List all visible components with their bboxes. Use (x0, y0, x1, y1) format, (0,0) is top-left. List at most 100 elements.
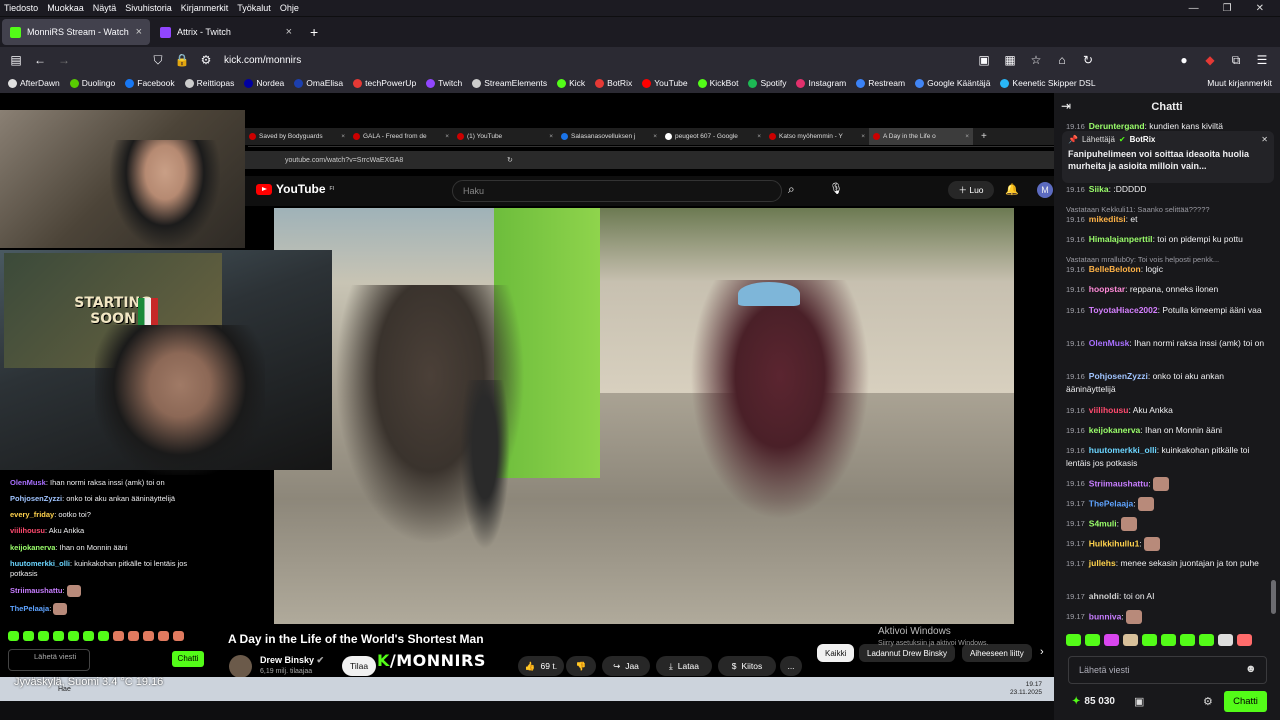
chat-username[interactable]: viilihousu (1089, 405, 1129, 415)
menu-item[interactable]: Sivuhistoria (125, 3, 172, 13)
bookmark-item[interactable]: Facebook (125, 78, 175, 88)
bookmark-item[interactable]: Reittiopas (184, 78, 234, 88)
chat-username[interactable]: Deruntergand (1089, 121, 1145, 131)
chat-username[interactable]: Himalajanperttil (1089, 234, 1153, 244)
chat-message[interactable]: 19.16 OlenMusk: Ihan normi raksa inssi (a… (1066, 337, 1266, 350)
chat-message[interactable]: 19.17 Hulkkihullu1: (1066, 537, 1266, 551)
other-bookmarks[interactable]: Muut kirjanmerkit (1207, 78, 1272, 88)
new-tab-icon[interactable]: + (310, 24, 318, 40)
account-icon[interactable]: ● (1172, 53, 1196, 68)
bookmark-item[interactable]: BotRix (595, 78, 632, 88)
forward-icon[interactable]: → (52, 53, 76, 67)
chat-username[interactable]: jullehs (1089, 558, 1116, 568)
chat-username[interactable]: Hulkkihullu1 (1089, 538, 1140, 548)
bookmark-item[interactable]: KickBot (697, 78, 738, 88)
bookmark-item[interactable]: Keenetic Skipper DSL (1000, 78, 1096, 88)
chat-send-button[interactable]: Chatti (1224, 691, 1267, 712)
bookmark-item[interactable]: Restream (856, 78, 905, 88)
extensions-icon[interactable]: ⧉ (1224, 53, 1248, 68)
emote-icon[interactable] (1199, 634, 1214, 646)
sidebar-icon[interactable]: ▤ (4, 53, 28, 67)
chat-username[interactable]: ThePelaaja (1089, 498, 1133, 508)
emote-icon[interactable] (1218, 634, 1233, 646)
bookmark-item[interactable]: Duolingo (69, 78, 115, 88)
chat-message[interactable]: 19.16 Striimaushattu: (1066, 477, 1266, 491)
restore-icon[interactable]: ❐ (1223, 3, 1232, 14)
menu-item[interactable]: Muokkaa (47, 3, 84, 13)
unpin-icon[interactable]: ✕ (1261, 135, 1268, 144)
chat-message[interactable]: 19.17 ahnoldi: toi on AI (1066, 590, 1266, 603)
chat-username[interactable]: ToyotaHiace2002 (1089, 305, 1158, 315)
chat-username[interactable]: Siika (1089, 184, 1109, 194)
chat-message[interactable]: 19.16 keijokanerva: Ihan on Monnin ääni (1066, 424, 1266, 437)
chat-username[interactable]: ahnoldi (1089, 591, 1119, 601)
browser-tab[interactable]: MonniRS Stream - Watch Li × (2, 19, 150, 45)
chat-message[interactable]: 19.16 BelleBeloton: logic (1066, 263, 1266, 276)
bookmark-item[interactable]: Kick (557, 78, 585, 88)
close-icon[interactable]: ✕ (1256, 3, 1264, 14)
bookmark-item[interactable]: StreamElements (472, 78, 547, 88)
chat-username[interactable]: keijokanerva (1089, 425, 1141, 435)
chat-message[interactable]: 19.16 ToyotaHiace2002: Potulla kimeempi ä… (1066, 304, 1266, 317)
chat-message[interactable]: 19.17 ThePelaaja: (1066, 497, 1266, 511)
emote-icon[interactable] (1142, 634, 1157, 646)
chat-message[interactable]: 19.16 hoopstar: reppana, onneks ilonen (1066, 283, 1266, 296)
chat-message[interactable]: 19.16 Siika: :DDDDD (1066, 183, 1266, 196)
menu-item[interactable]: Ohje (280, 3, 299, 13)
bookmark-item[interactable]: Spotify (748, 78, 786, 88)
chat-message[interactable]: 19.17 jullehs: menee sekasin juontajan ja… (1066, 557, 1266, 570)
bookmark-item[interactable]: Instagram (796, 78, 846, 88)
chat-message[interactable]: 19.16 mikeditsi: et (1066, 213, 1266, 226)
chat-message[interactable]: 19.17 bunniva: (1066, 610, 1266, 624)
chat-username[interactable]: bunniva (1089, 611, 1122, 621)
emote-icon[interactable] (1066, 634, 1081, 646)
back-icon[interactable]: ← (28, 53, 52, 67)
bookmark-item[interactable]: techPowerUp (353, 78, 416, 88)
chat-input[interactable]: Lähetä viesti (1068, 656, 1267, 684)
minimize-icon[interactable]: — (1189, 3, 1199, 14)
browser-tab[interactable]: Attrix - Twitch × (152, 19, 300, 45)
permissions-icon[interactable]: ⚙ (194, 53, 218, 67)
channel-points[interactable]: ✦ 85 030 (1072, 696, 1115, 707)
chat-username[interactable]: PohjosenZyzzi (1089, 371, 1148, 381)
tab-close-icon[interactable]: × (286, 26, 292, 38)
chat-message[interactable]: 19.16 viilihousu: Aku Ankka (1066, 404, 1266, 417)
bookmark-item[interactable]: OmaElisa (294, 78, 343, 88)
chat-username[interactable]: Striimaushattu (1089, 478, 1149, 488)
bookmark-item[interactable]: Nordea (244, 78, 284, 88)
bookmark-item[interactable]: Google Kääntäjä (915, 78, 990, 88)
menu-item[interactable]: Kirjanmerkit (181, 3, 229, 13)
chat-username[interactable]: mikeditsi (1089, 214, 1126, 224)
chat-username[interactable]: S4muli (1089, 518, 1117, 528)
tab-close-icon[interactable]: × (136, 26, 142, 38)
emoji-icon[interactable]: ☻ (1245, 663, 1257, 675)
chat-message[interactable]: 19.16 huutomerkki_olli: kuinkakohan pitkä… (1066, 444, 1266, 469)
chat-message[interactable]: 19.17 S4muli: (1066, 517, 1266, 531)
chat-username[interactable]: huutomerkki_olli (1089, 445, 1157, 455)
emote-icon[interactable] (1123, 634, 1138, 646)
emote-icon[interactable] (1104, 634, 1119, 646)
bookmark-item[interactable]: AfterDawn (8, 78, 60, 88)
chat-settings-icon[interactable]: ⚙ (1203, 695, 1213, 708)
cast-icon[interactable]: ▣ (972, 53, 996, 68)
chat-message[interactable]: 19.16 Himalajanperttil: toi on pidempi ku… (1066, 233, 1266, 246)
chat-scrollbar[interactable] (1271, 580, 1276, 614)
chat-username[interactable]: hoopstar (1089, 284, 1125, 294)
chat-message[interactable]: 19.16 PohjosenZyzzi: onko toi aku ankan ä… (1066, 370, 1266, 395)
chat-username[interactable]: BelleBeloton (1089, 264, 1141, 274)
bookmark-star-icon[interactable]: ☆ (1024, 53, 1048, 68)
gift-icon[interactable]: ▣ (1134, 695, 1144, 708)
emote-icon[interactable] (1085, 634, 1100, 646)
bookmark-item[interactable]: Twitch (426, 78, 462, 88)
emote-icon[interactable] (1161, 634, 1176, 646)
emote-icon[interactable] (1180, 634, 1195, 646)
reader-icon[interactable]: ▦ (998, 53, 1022, 68)
menu-icon[interactable]: ☰ (1250, 53, 1274, 68)
shield-icon[interactable]: ⛉ (146, 53, 170, 68)
extension-icon[interactable]: ◆ (1198, 53, 1222, 68)
reload-icon[interactable]: ↻ (1076, 53, 1100, 68)
emote-icon[interactable] (1237, 634, 1252, 646)
url-field[interactable]: kick.com/monnirs (224, 55, 301, 66)
chat-username[interactable]: OlenMusk (1089, 338, 1130, 348)
menu-item[interactable]: Näytä (93, 3, 117, 13)
